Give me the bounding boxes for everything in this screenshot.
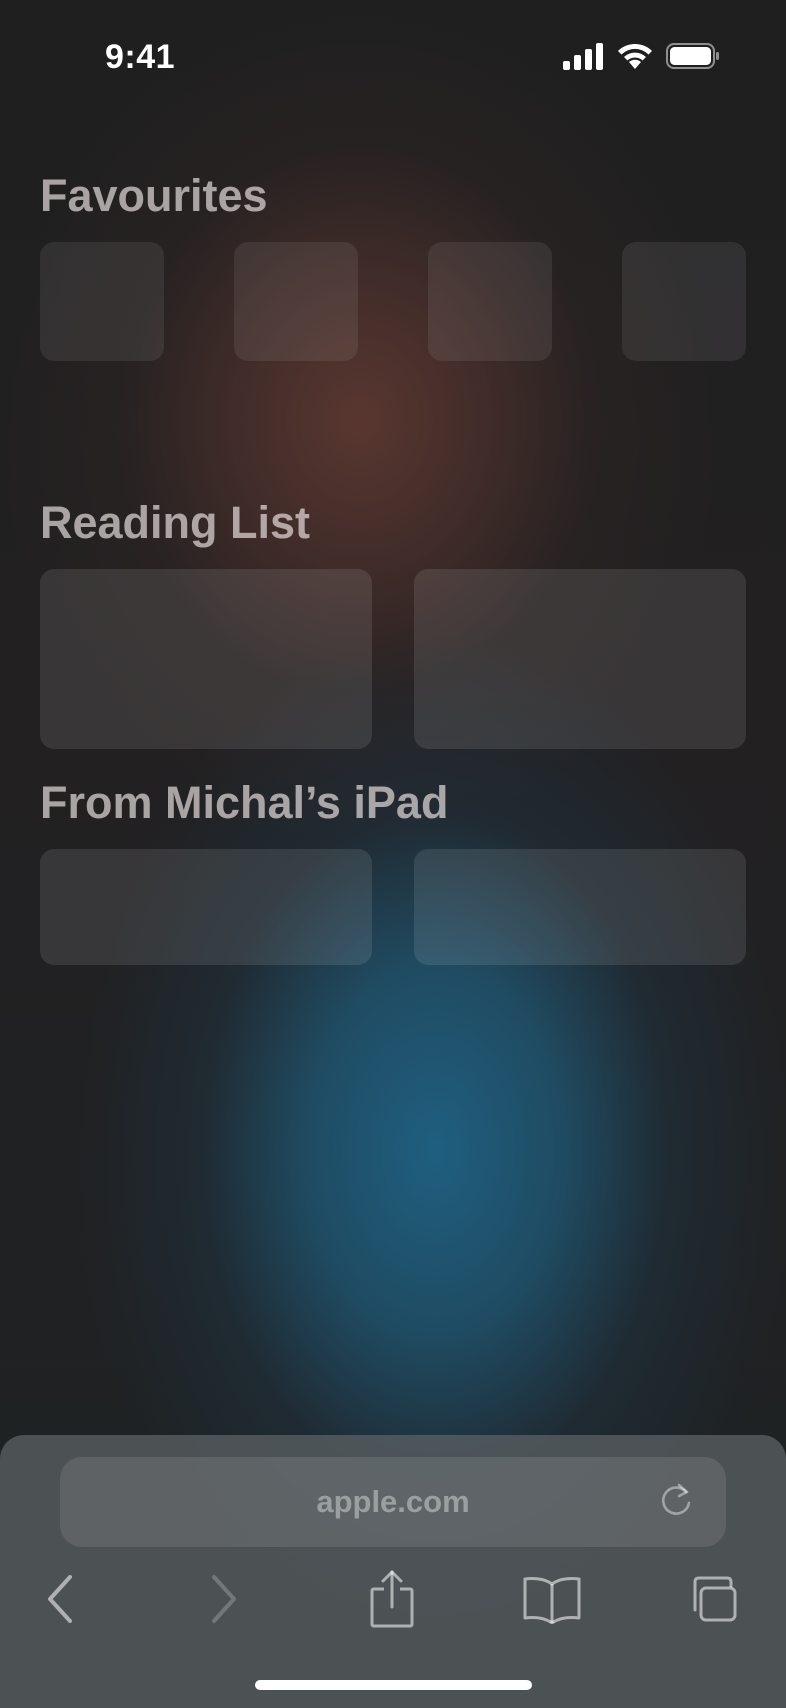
share-icon[interactable] [360, 1567, 424, 1631]
battery-icon [666, 42, 720, 75]
back-chevron-icon[interactable] [30, 1567, 94, 1631]
reading-list-item[interactable] [414, 569, 746, 749]
reload-icon[interactable] [656, 1481, 696, 1521]
status-bar: 9:41 [0, 0, 786, 110]
device-tab-item[interactable] [40, 849, 372, 965]
favourite-tile[interactable] [428, 242, 552, 361]
from-device-title: From Michal’s iPad [40, 777, 449, 828]
home-indicator[interactable] [255, 1680, 532, 1690]
forward-chevron-icon[interactable] [190, 1567, 254, 1631]
bookmarks-book-icon[interactable] [520, 1567, 584, 1631]
wifi-icon [616, 42, 654, 75]
favourite-tile[interactable] [622, 242, 746, 361]
reading-list-item[interactable] [40, 569, 372, 749]
favourite-tile[interactable] [234, 242, 358, 361]
bottom-toolbar: apple.com [0, 1435, 786, 1708]
cellular-signal-icon [562, 42, 604, 75]
favourite-tile[interactable] [40, 242, 164, 361]
reading-list-title: Reading List [40, 497, 311, 548]
status-icons [562, 42, 720, 74]
address-text: apple.com [316, 1484, 470, 1519]
status-time: 9:41 [105, 38, 176, 76]
tabs-icon[interactable] [682, 1567, 746, 1631]
device-tab-item[interactable] [414, 849, 746, 965]
favourites-title: Favourites [40, 170, 268, 221]
address-bar[interactable]: apple.com [60, 1457, 726, 1547]
